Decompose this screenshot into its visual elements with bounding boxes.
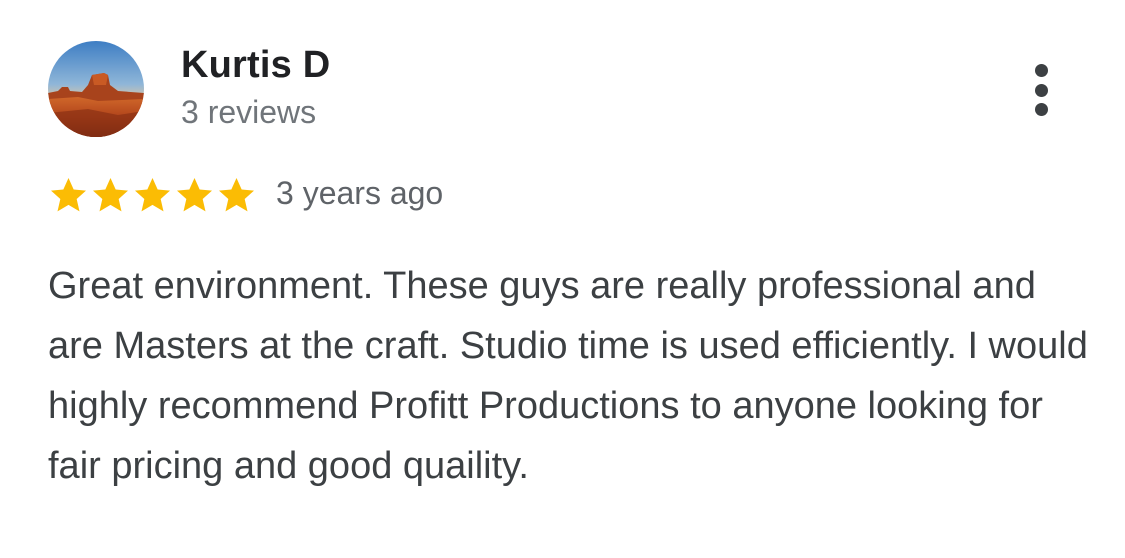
reviewer-name[interactable]: Kurtis D bbox=[181, 44, 330, 87]
more-options-button[interactable] bbox=[1019, 58, 1063, 122]
review-count[interactable]: 3 reviews bbox=[181, 94, 316, 131]
desert-mesa-photo bbox=[48, 41, 144, 137]
review-card: Kurtis D 3 reviews 3 years ago Great env… bbox=[0, 0, 1125, 558]
more-vertical-icon bbox=[1034, 64, 1048, 77]
star-icon bbox=[93, 178, 128, 212]
avatar[interactable] bbox=[48, 41, 144, 137]
review-text: Great environment. These guys are really… bbox=[48, 265, 1088, 487]
star-icon bbox=[177, 178, 212, 212]
star-rating bbox=[48, 175, 257, 215]
star-icon bbox=[51, 178, 86, 212]
star-icon bbox=[135, 178, 170, 212]
more-vertical-icon-dot bbox=[1034, 103, 1048, 116]
star-icon bbox=[219, 178, 254, 212]
review-date: 3 years ago bbox=[276, 175, 444, 211]
more-vertical-icon-dot bbox=[1034, 83, 1048, 97]
